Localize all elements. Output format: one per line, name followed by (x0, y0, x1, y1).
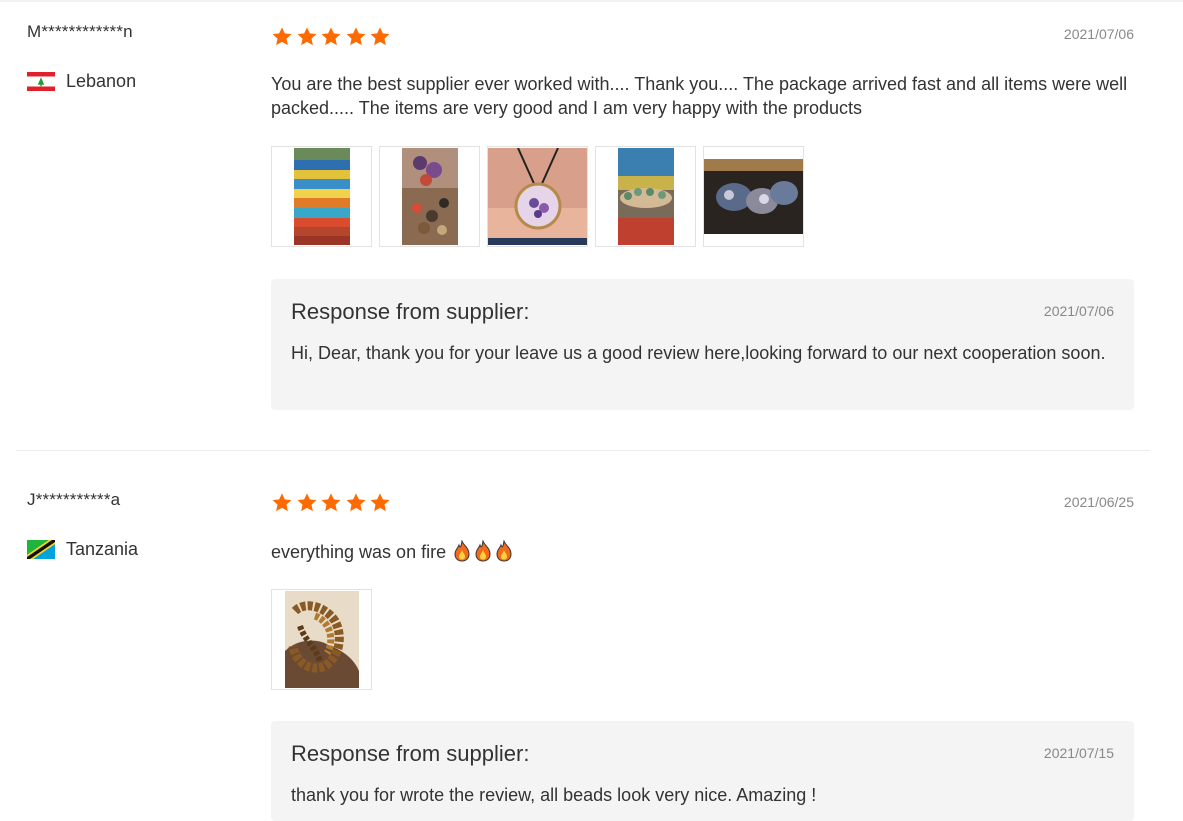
star-icon (272, 493, 292, 512)
star-icon (321, 493, 341, 512)
review-image-thumb[interactable] (271, 589, 372, 690)
tanzania-flag-icon (27, 540, 55, 559)
beaded-bracelet-photo (617, 148, 674, 245)
tiger-eye-beads-in-hand-photo (284, 591, 359, 688)
supplier-response: Response from supplier: 2021/07/15 thank… (271, 721, 1134, 821)
reviewer-country: Tanzania (27, 539, 138, 560)
top-divider (0, 0, 1183, 2)
review-images (271, 589, 379, 690)
review-image-thumb[interactable] (595, 146, 696, 247)
beads-package-photo (704, 159, 803, 234)
response-text: Hi, Dear, thank you for your leave us a … (291, 343, 1106, 363)
fire-icon (496, 540, 512, 562)
response-date: 2021/07/15 (1043, 745, 1114, 761)
star-rating (271, 492, 394, 514)
reviewer-name: M************n (27, 22, 133, 41)
star-icon (346, 27, 365, 46)
country-name: Lebanon (66, 71, 137, 91)
reviewer-name: J***********a (27, 490, 121, 509)
colorful-seed-beads-photo (293, 148, 350, 245)
star-icon (297, 493, 316, 512)
response-text: thank you for wrote the review, all bead… (291, 785, 817, 805)
response-title: Response from supplier: (291, 299, 530, 324)
lebanon-flag-icon (27, 72, 55, 91)
star-icon (370, 27, 390, 46)
reviewer-country: Lebanon (27, 71, 136, 92)
review-date: 2021/06/25 (1063, 494, 1134, 510)
fire-icon (475, 540, 491, 562)
review-date: 2021/07/06 (1063, 26, 1134, 42)
star-icon (370, 493, 390, 512)
fire-icon-group (451, 540, 514, 562)
star-icon (272, 27, 292, 46)
star-icon (321, 27, 341, 46)
fire-icon (454, 540, 470, 562)
review-image-thumb[interactable] (487, 146, 588, 247)
star-rating (271, 26, 394, 48)
review-image-thumb[interactable] (703, 146, 804, 247)
star-icon (297, 27, 316, 46)
mixed-gemstone-beads-photo (401, 148, 458, 245)
supplier-response: Response from supplier: 2021/07/06 Hi, D… (271, 279, 1134, 410)
review-image-thumb[interactable] (379, 146, 480, 247)
review-text: everything was on fire (271, 540, 1141, 564)
review-image-thumb[interactable] (271, 146, 372, 247)
review-text: You are the best supplier ever worked wi… (271, 74, 1128, 118)
review-text-body: everything was on fire (271, 542, 447, 562)
star-icon (346, 493, 365, 512)
response-title: Response from supplier: (291, 741, 530, 766)
response-date: 2021/07/06 (1043, 303, 1114, 319)
tree-of-life-pendant-photo (488, 148, 587, 245)
review-images (271, 146, 811, 247)
review-divider (16, 450, 1150, 451)
country-name: Tanzania (66, 539, 139, 559)
